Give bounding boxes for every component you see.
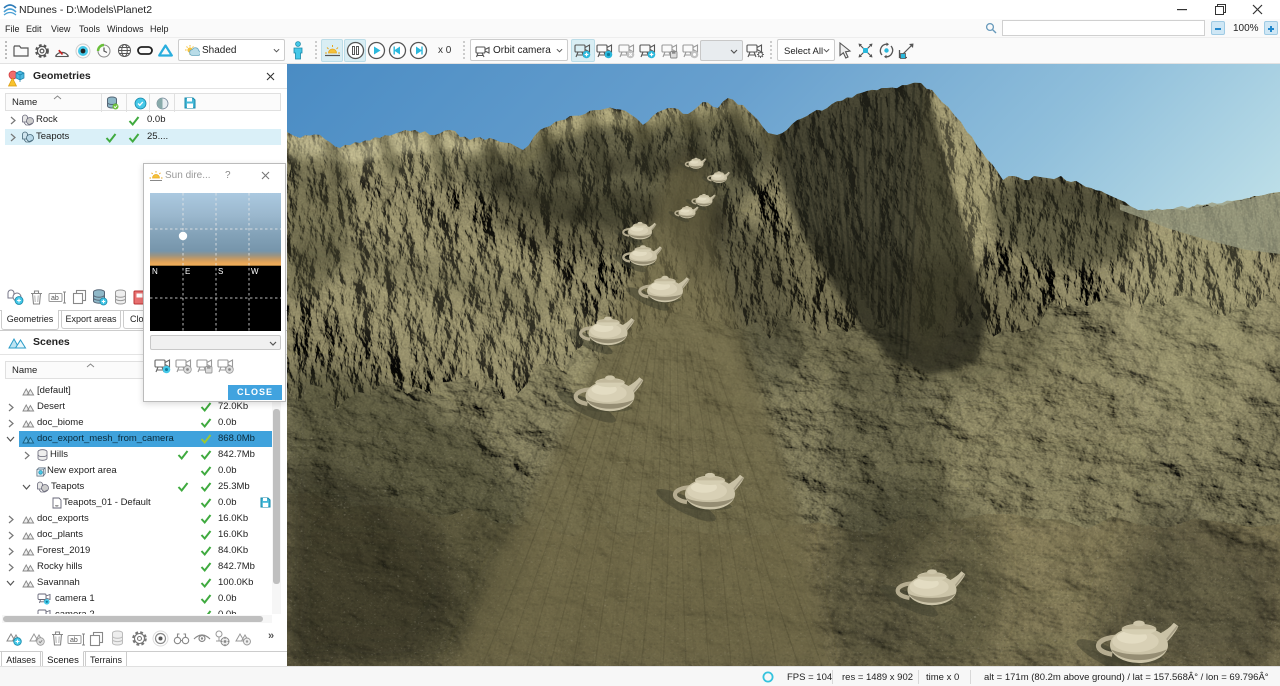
svg-text:N: N	[152, 267, 158, 276]
svg-text:S: S	[218, 267, 223, 276]
svg-text:ab: ab	[70, 637, 78, 644]
svg-text:E: E	[185, 267, 190, 276]
svg-text:ab: ab	[51, 295, 59, 302]
svg-text:W: W	[251, 267, 259, 276]
